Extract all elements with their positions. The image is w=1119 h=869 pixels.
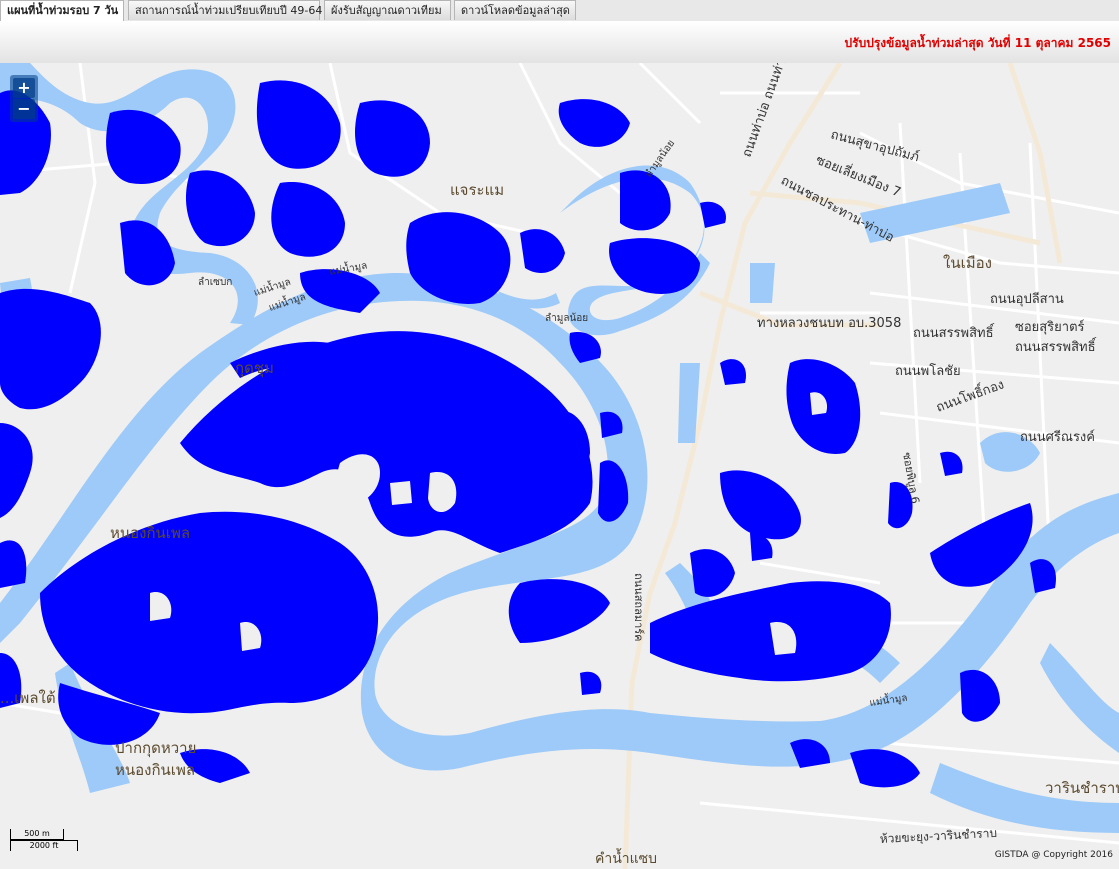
label-warinchamrap: วารินชำราบ (1045, 779, 1119, 797)
label-pakkutwai: ปากกุดหวาย (115, 739, 196, 758)
label-upalisan: ถนนอุปลีสาน (990, 291, 1064, 307)
label-mun-1: แม่น้ำมูล (252, 274, 293, 299)
label-lamsekong: ลำเซบก (198, 277, 232, 288)
flood-map[interactable]: แจระแม กุดชุม หนองกินเพล ...เพลใต้ ปากกุ… (0, 63, 1119, 869)
zoom-in-button[interactable]: + (13, 78, 35, 98)
tab-satellite-receiving[interactable]: ผังรับสัญญาณดาวเทียม (324, 0, 451, 20)
label-phalochai: ถนนพโลชัย (895, 363, 961, 379)
label-road-3058: ทางหลวงชนบท อบ.3058 (757, 316, 901, 331)
scale-imperial: 2000 ft (10, 840, 78, 851)
tab-flood-7days[interactable]: แผนที่น้ำท่วมรอบ 7 วัน (0, 0, 124, 21)
update-date-text: ปรับปรุงข้อมูลน้ำท่วมล่าสุด วันที่ 11 ตุ… (844, 36, 1111, 50)
tab-download-latest[interactable]: ดาวน์โหลดข้อมูลล่าสุด (454, 0, 576, 20)
scale-bar: 500 m 2000 ft (10, 829, 78, 851)
label-jaeramae: แจระแม (450, 181, 504, 199)
label-surirat: ซอยสุริยาตร์ (1015, 319, 1085, 335)
update-bar: ปรับปรุงข้อมูลน้ำท่วมล่าสุด วันที่ 11 ตุ… (0, 21, 1119, 64)
label-sanphasit-1: ถนนสรรพสิทธิ์ (913, 323, 995, 341)
label-huaikhayung: ห้วยขะยุง-วารินชำราบ (879, 826, 997, 847)
label-naimueang: ในเมือง (943, 254, 992, 272)
label-sanphasit-2: ถนนสรรพสิทธิ์ (1015, 337, 1097, 355)
label-road-south: ถนนสถลมาร์ค (632, 573, 645, 642)
label-khamnamsaep: คำน้ำแซบ (595, 848, 657, 867)
label-sinarong: ถนนศรีณรงค์ (1020, 429, 1095, 445)
label-lammunnoi-1: ลำมูลน้อย (545, 312, 588, 324)
zoom-out-button[interactable]: − (13, 99, 35, 119)
copyright-text: GISTDA @ Copyright 2016 (994, 850, 1113, 860)
label-kutchum: กุดชุม (235, 359, 274, 378)
tab-bar: แผนที่น้ำท่วมรอบ 7 วัน สถานการณ์น้ำท่วมเ… (0, 0, 1119, 22)
tab-flood-compare[interactable]: สถานการณ์น้ำท่วมเปรียบเทียบปี 49-64 (128, 0, 322, 20)
zoom-control: + − (10, 75, 38, 122)
scale-metric: 500 m (10, 829, 64, 840)
label-nongkinphen-2: หนองกินเพล (115, 761, 195, 779)
label-nongkinphen: หนองกินเพล (110, 524, 190, 542)
label-phothong: ถนนโพธิ์กอง (933, 375, 1006, 416)
map-canvas[interactable]: แจระแม กุดชุม หนองกินเพล ...เพลใต้ ปากกุ… (0, 63, 1119, 869)
label-soi-liangmueang: ซอยเลี่ยงเมือง 7 (814, 151, 904, 201)
label-sukhaupatham: ถนนสุขาอุปถัมภ์ (829, 126, 921, 165)
label-nongkinphen-tai: ...เพลใต้ (0, 689, 56, 707)
